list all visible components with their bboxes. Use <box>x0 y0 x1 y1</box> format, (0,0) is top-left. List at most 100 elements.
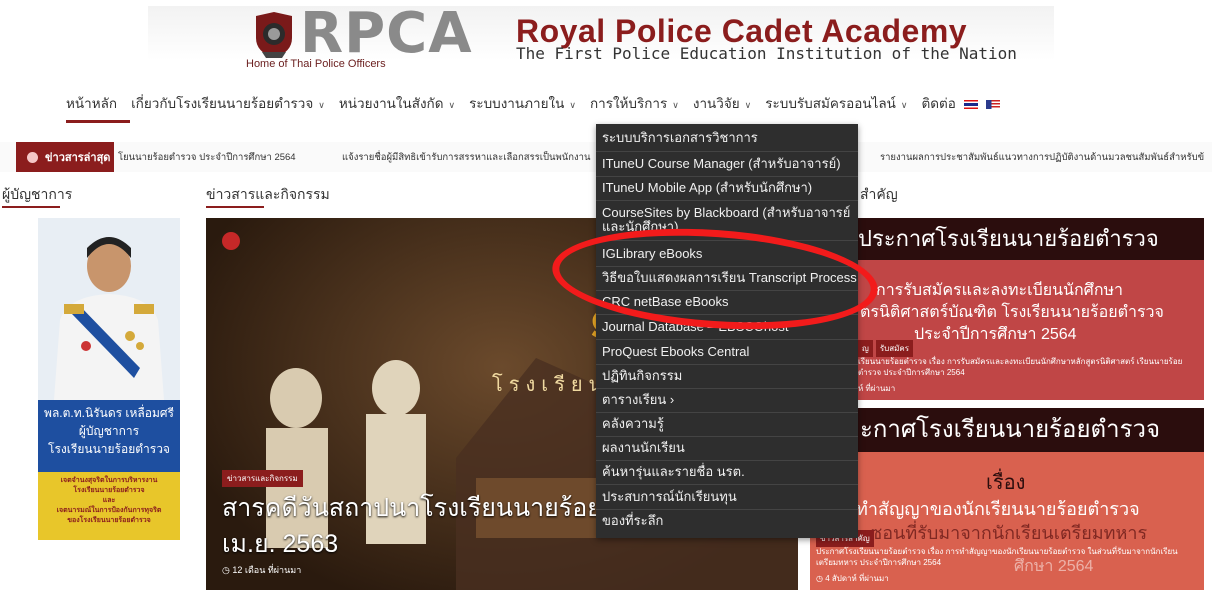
director-name: พล.ต.ท.นิรันดร เหลื่อมศรี <box>44 406 174 420</box>
announcement-header-text: ะกาศโรงเรียนนายร้อยตำรวจ <box>860 416 1160 443</box>
announcement-time-text: 4 สัปดาห์ ที่ผ่านมา <box>825 574 889 583</box>
nav-label: ติดต่อ <box>921 96 956 111</box>
chevron-down-icon: ∨ <box>569 100 576 110</box>
menu-divider <box>596 436 858 437</box>
nav-item-internal[interactable]: ระบบงานภายใน ∨ <box>469 92 576 114</box>
announcement-line: ซอนที่รับมาจากนักเรียนเตรียมทหาร <box>870 523 1148 543</box>
nav-label: หน้าหลัก <box>66 96 118 111</box>
tag[interactable]: รับสมัคร <box>875 340 914 357</box>
live-dot-icon <box>27 151 38 163</box>
chevron-down-icon: ∨ <box>448 100 456 110</box>
nav-label: งานวิจัย <box>692 96 740 111</box>
thai-flag-icon[interactable] <box>963 99 978 109</box>
ticker-label-text: ข่าวสารล่าสุด <box>45 152 111 164</box>
chevron-down-icon: ∨ <box>318 100 325 110</box>
video-camera-icon <box>222 232 240 250</box>
academy-subtitle: The First Police Education Institution o… <box>516 44 1017 63</box>
main-nav: หน้าหลัก เกี่ยวกับโรงเรียนนายร้อยตำรวจ ∨ … <box>66 92 1014 114</box>
menu-item[interactable]: ITuneU Mobile App (สำหรับนักศึกษา) <box>602 180 812 196</box>
nav-item-contact[interactable]: ติดต่อ <box>921 92 1000 114</box>
announcement-line: การรับสมัครและลงทะเบียนนักศึกษา <box>876 282 1124 299</box>
menu-item[interactable]: ITuneU Course Manager (สำหรับอาจารย์) <box>602 156 841 172</box>
hero-time-text: 12 เดือน ที่ผ่านมา <box>232 565 302 575</box>
hero-timestamp: ◷ 12 เดือน ที่ผ่านมา <box>222 563 301 577</box>
announcement-tags: ญ รับสมัคร <box>858 340 914 357</box>
announcement-desc: เรียนนายร้อยตำรวจ เรื่อง การรับสมัครและล… <box>858 357 1183 377</box>
menu-divider <box>596 509 858 510</box>
menu-divider <box>596 151 858 152</box>
menu-divider <box>596 388 858 389</box>
menu-divider <box>596 484 858 485</box>
nav-item-services[interactable]: การให้บริการ ∨ <box>590 92 679 114</box>
nav-label: การให้บริการ <box>589 96 668 111</box>
integrity-banner[interactable]: เจตจำนงสุจริตในการบริหารงาน โรงเรียนนายร… <box>38 472 180 540</box>
rpca-badge-icon[interactable] <box>252 10 296 60</box>
menu-divider <box>596 364 858 365</box>
menu-divider <box>596 412 858 413</box>
menu-item[interactable]: ผลงานนักเรียน <box>602 440 685 456</box>
director-caption: พล.ต.ท.นิรันดร เหลื่อมศรี ผู้บัญชาการ โร… <box>38 400 180 474</box>
menu-item-timetable[interactable]: ตารางเรียน › <box>602 392 674 408</box>
menu-item[interactable]: ประสบการณ์นักเรียนทุน <box>602 489 737 505</box>
nav-item-units[interactable]: หน่วยงานในสังกัด ∨ <box>339 92 455 114</box>
director-portrait-icon <box>38 218 180 400</box>
nav-item-admission[interactable]: ระบบรับสมัครออนไลน์ ∨ <box>765 92 907 114</box>
menu-divider <box>596 460 858 461</box>
clock-icon: ◷ <box>222 565 233 575</box>
announcement-header: ะกาศโรงเรียนนายร้อยตำรวจ <box>810 408 1204 452</box>
director-photo[interactable] <box>38 218 180 400</box>
section-underline <box>2 206 60 208</box>
menu-item[interactable]: คลังความรู้ <box>602 416 664 432</box>
announcement-line: ประจำปีการศึกษา 2564 <box>914 326 1077 343</box>
nav-label: ระบบงานภายใน <box>469 96 565 111</box>
banner-line: ของโรงเรียนนายร้อยตำรวจ <box>67 517 151 524</box>
menu-item[interactable]: ProQuest Ebooks Central <box>602 344 749 360</box>
announcement-header: ประกาศโรงเรียนนายร้อยตำรวจ <box>810 218 1204 260</box>
category-tag[interactable]: ข่าวสารและกิจกรรม <box>222 470 303 487</box>
section-title-news: ข่าวสารและกิจกรรม <box>206 186 330 202</box>
banner-line: เจตจำนงสุจริตในการบริหารงาน <box>60 477 158 484</box>
menu-item[interactable]: ระบบบริการเอกสารวิชาการ <box>602 130 758 146</box>
ticker-label: ข่าวสารล่าสุด <box>16 142 114 172</box>
menu-item[interactable]: ปฏิทินกิจกรรม <box>602 368 682 384</box>
tag[interactable]: ญ <box>858 340 873 357</box>
services-dropdown-menu: ระบบบริการเอกสารวิชาการ ITuneU Course Ma… <box>596 124 858 538</box>
ticker-item[interactable]: แจ้งรายชื่อผู้มีสิทธิเข้ารับการสรรหาและเ… <box>342 150 591 165</box>
clock-icon: ◷ <box>816 574 826 583</box>
nav-item-about[interactable]: เกี่ยวกับโรงเรียนนายร้อยตำรวจ ∨ <box>131 92 325 114</box>
announcement-body: การรับสมัครและลงทะเบียนนักศึกษา ตรนิติศา… <box>860 280 1164 346</box>
menu-item[interactable]: ค้นหารุ่นและรายชื่อ นรต. <box>602 464 745 480</box>
chevron-down-icon: ∨ <box>900 100 908 110</box>
announcement-line: ตรนิติศาสตร์บัณฑิต โรงเรียนนายร้อยตำรวจ <box>860 304 1164 321</box>
nav-item-home[interactable]: หน้าหลัก <box>66 92 117 114</box>
menu-divider <box>596 176 858 177</box>
nav-label: ระบบรับสมัครออนไลน์ <box>765 96 896 111</box>
academy-title: Royal Police Cadet Academy <box>516 13 968 49</box>
nav-active-indicator <box>66 120 130 123</box>
announcement-time: ◷ 4 สัปดาห์ ที่ผ่านมา <box>816 572 889 585</box>
banner-line: โรงเรียนนายร้อยตำรวจ <box>73 487 145 494</box>
section-title-director: ผู้บัญชาการ <box>2 186 73 202</box>
announcement-time: ห์ ที่ผ่านมา <box>858 384 896 393</box>
nav-label: หน่วยงานในสังกัด <box>338 96 444 111</box>
banner-line: และ <box>102 497 116 504</box>
logo-tagline: Home of Thai Police Officers <box>246 58 386 70</box>
announcement-desc: ประกาศโรงเรียนนายร้อยตำรวจ เรื่อง การทำส… <box>816 547 1178 567</box>
section-underline <box>206 206 264 208</box>
us-flag-icon[interactable] <box>985 99 1000 109</box>
announcement-header-text: ประกาศโรงเรียนนายร้อยตำรวจ <box>858 226 1159 251</box>
nav-label: เกี่ยวกับโรงเรียนนายร้อยตำรวจ <box>131 96 314 111</box>
menu-item[interactable]: ของที่ระลึก <box>602 513 663 529</box>
nav-item-research[interactable]: งานวิจัย ∨ <box>693 92 751 114</box>
chevron-down-icon: ∨ <box>744 100 752 110</box>
section-title-important: สำคัญ <box>860 186 898 202</box>
ticker-item[interactable]: รายงานผลการประชาสัมพันธ์แนวทางการปฏิบัติ… <box>880 150 1204 165</box>
banner-line: เจตนารมณ์ในการป้องกันการทุจริต <box>56 507 162 514</box>
menu-divider <box>596 339 858 340</box>
ticker-item[interactable]: โยนนายร้อยตำรวจ ประจำปีการศึกษา 2564 <box>118 150 296 165</box>
director-org: โรงเรียนนายร้อยตำรวจ <box>48 442 170 456</box>
chevron-down-icon: ∨ <box>672 100 679 110</box>
logo-text[interactable]: RPCA <box>300 2 473 66</box>
director-role: ผู้บัญชาการ <box>78 424 140 438</box>
menu-divider <box>596 200 858 201</box>
